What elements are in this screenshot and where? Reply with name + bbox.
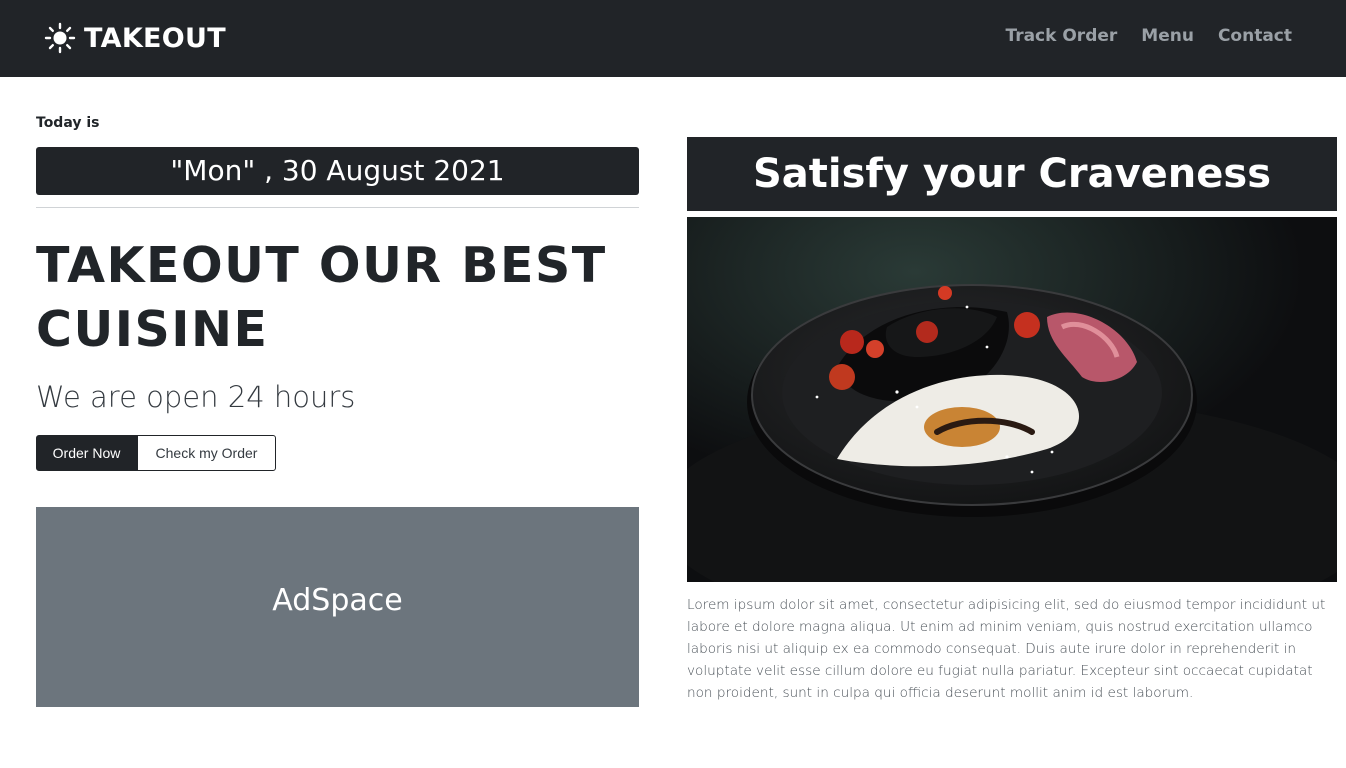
nav-links: Track Order Menu Contact (981, 26, 1292, 46)
ad-space: AdSpace (36, 507, 639, 707)
divider (36, 207, 639, 208)
navbar: TAKEOUT Track Order Menu Contact (0, 0, 1346, 77)
feature-title: Satisfy your Craveness (687, 137, 1337, 211)
action-button-group: Order Now Check my Order (36, 435, 276, 471)
open-hours-text: We are open 24 hours (36, 380, 356, 414)
brand-logo[interactable]: TAKEOUT (44, 20, 226, 56)
nav-link-track-order[interactable]: Track Order (1005, 26, 1117, 46)
food-photo (687, 217, 1337, 582)
plate-of-food-image (687, 217, 1337, 582)
sun-icon (44, 22, 76, 54)
brand-name: TAKEOUT (84, 22, 226, 54)
order-now-button[interactable]: Order Now (36, 435, 137, 471)
nav-link-contact[interactable]: Contact (1218, 26, 1292, 46)
check-order-button[interactable]: Check my Order (137, 435, 276, 471)
current-date: "Mon" , 30 August 2021 (36, 147, 639, 195)
nav-link-menu[interactable]: Menu (1141, 26, 1194, 46)
feature-description: Lorem ipsum dolor sit amet, consectetur … (687, 597, 1326, 701)
page-headline: TAKEOUT OUR BEST CUISINE (36, 237, 607, 358)
today-label: Today is (36, 115, 100, 131)
